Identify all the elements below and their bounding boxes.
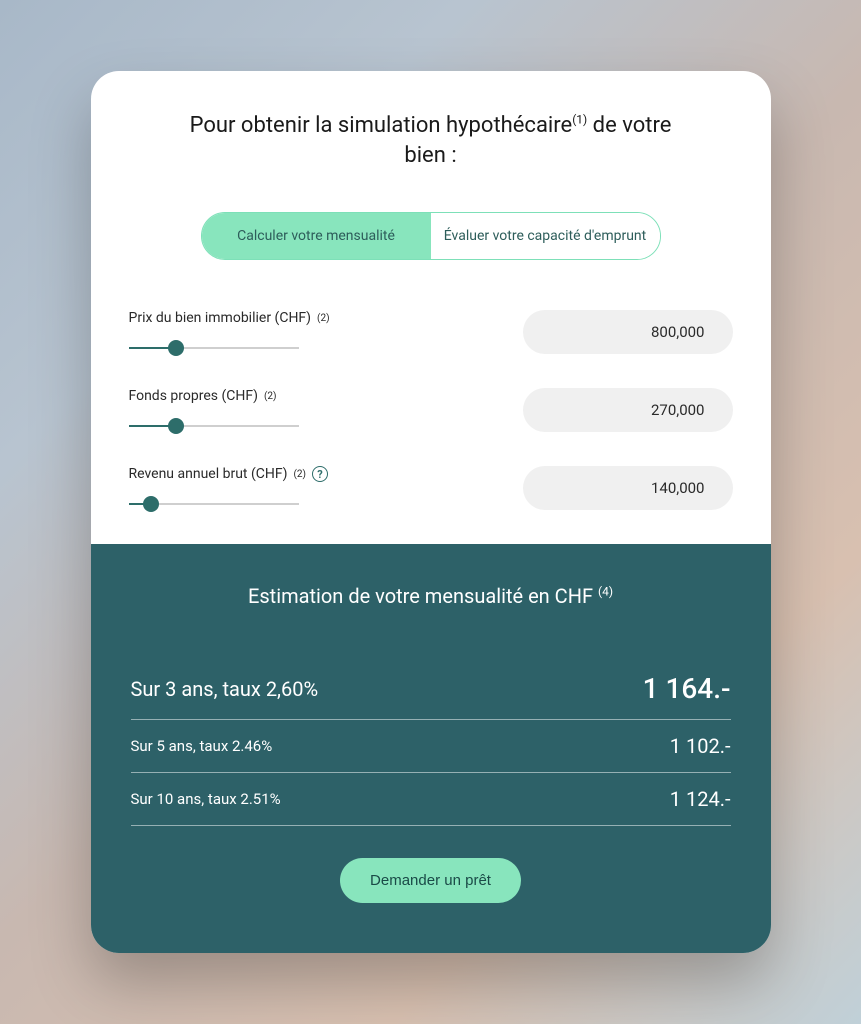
simulator-card: Pour obtenir la simulation hypothécaire(… xyxy=(91,71,771,954)
field-income: Revenu annuel brut (CHF) (2) ? 140,000 xyxy=(121,466,741,514)
results-footnote: (4) xyxy=(598,585,613,599)
label-footnote: (2) xyxy=(293,469,306,480)
label-text: Fonds propres (CHF) xyxy=(129,388,258,404)
property-price-input[interactable]: 800,000 xyxy=(523,310,733,354)
result-row-5y: Sur 5 ans, taux 2.46% 1 102.- xyxy=(131,720,731,773)
results-panel: Estimation de votre mensualité en CHF (4… xyxy=(91,544,771,953)
label-text: Prix du bien immobilier (CHF) xyxy=(129,310,312,326)
field-equity: Fonds propres (CHF) (2) 270,000 xyxy=(121,388,741,436)
label-footnote: (2) xyxy=(317,313,330,324)
mode-tabs: Calculer votre mensualité Évaluer votre … xyxy=(201,212,661,260)
results-title-text: Estimation de votre mensualité en CHF xyxy=(248,584,593,608)
title-footnote: (1) xyxy=(572,112,587,126)
label-footnote: (2) xyxy=(264,391,277,402)
result-label: Sur 3 ans, taux 2,60% xyxy=(131,677,319,701)
slider-thumb[interactable] xyxy=(168,418,184,434)
income-input[interactable]: 140,000 xyxy=(523,466,733,510)
equity-input[interactable]: 270,000 xyxy=(523,388,733,432)
equity-slider[interactable] xyxy=(129,416,483,436)
tab-borrowing-capacity[interactable]: Évaluer votre capacité d'emprunt xyxy=(431,213,660,259)
income-label: Revenu annuel brut (CHF) (2) ? xyxy=(129,466,483,482)
title-prefix: Pour obtenir la simulation hypothécaire xyxy=(190,113,573,138)
result-label: Sur 10 ans, taux 2.51% xyxy=(131,790,281,808)
page-title: Pour obtenir la simulation hypothécaire(… xyxy=(121,111,741,173)
result-label: Sur 5 ans, taux 2.46% xyxy=(131,737,273,755)
help-icon[interactable]: ? xyxy=(312,466,328,482)
result-value: 1 124.- xyxy=(670,787,731,811)
equity-label: Fonds propres (CHF) (2) xyxy=(129,388,483,404)
result-row-3y: Sur 3 ans, taux 2,60% 1 164.- xyxy=(131,658,731,720)
result-row-10y: Sur 10 ans, taux 2.51% 1 124.- xyxy=(131,773,731,826)
property-price-slider[interactable] xyxy=(129,338,483,358)
result-value: 1 164.- xyxy=(643,672,731,705)
slider-thumb[interactable] xyxy=(143,496,159,512)
property-price-label: Prix du bien immobilier (CHF) (2) xyxy=(129,310,483,326)
slider-thumb[interactable] xyxy=(168,340,184,356)
tab-monthly-payment[interactable]: Calculer votre mensualité xyxy=(202,213,431,259)
result-value: 1 102.- xyxy=(670,734,731,758)
label-text: Revenu annuel brut (CHF) xyxy=(129,466,288,482)
results-title: Estimation de votre mensualité en CHF (4… xyxy=(131,584,731,608)
income-slider[interactable] xyxy=(129,494,483,514)
request-loan-button[interactable]: Demander un prêt xyxy=(340,858,521,903)
field-property-price: Prix du bien immobilier (CHF) (2) 800,00… xyxy=(121,310,741,358)
